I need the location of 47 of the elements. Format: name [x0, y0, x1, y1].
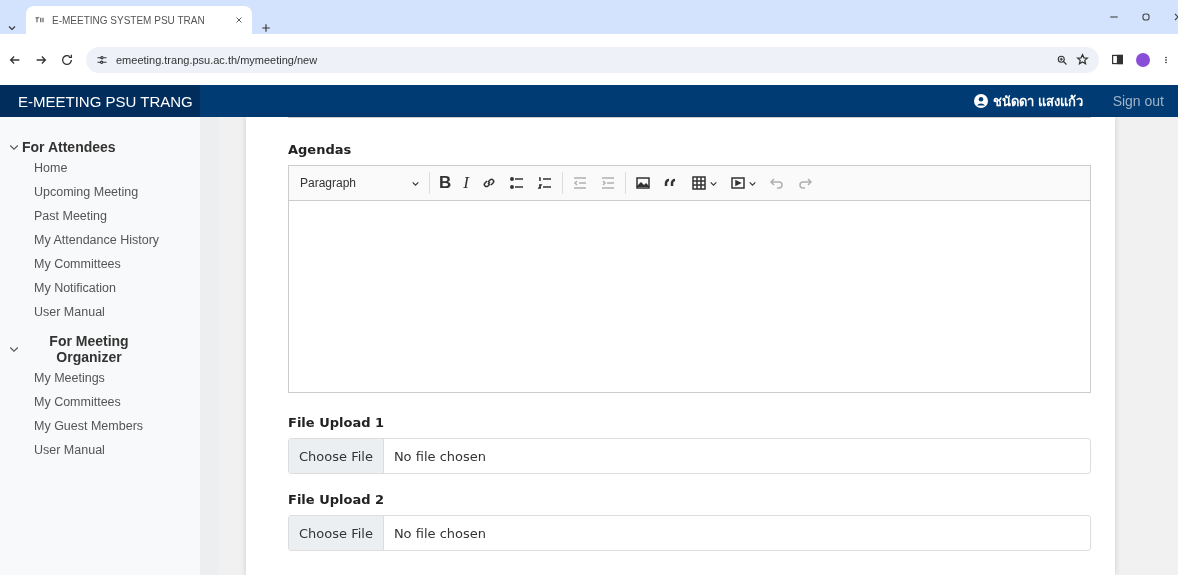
- outdent-icon: [571, 175, 588, 191]
- media-icon: [729, 175, 746, 191]
- field-label: File Upload 1: [288, 415, 386, 430]
- paragraph-dropdown[interactable]: Paragraph: [295, 170, 425, 196]
- file-input[interactable]: Choose File No file chosen: [288, 515, 1091, 551]
- profile-avatar[interactable]: [1136, 52, 1150, 67]
- side-panel-icon[interactable]: [1111, 53, 1124, 66]
- bold-button[interactable]: B: [434, 170, 457, 196]
- rich-text-editor[interactable]: Paragraph B I: [288, 165, 1091, 393]
- tab-title: E-MEETING SYSTEM PSU TRAN: [52, 14, 206, 26]
- table-icon: [690, 175, 707, 191]
- sidebar-item[interactable]: My Notification: [0, 277, 200, 301]
- star-icon[interactable]: [1076, 53, 1089, 66]
- user-menu[interactable]: ชนัดดา แสงแก้ว: [974, 90, 1083, 112]
- sidebar-item[interactable]: Upcoming Meeting: [0, 181, 200, 205]
- field-label: Agendas: [288, 142, 353, 157]
- sidebar-item[interactable]: My Guest Members: [0, 415, 200, 439]
- user-icon: [974, 94, 988, 108]
- sidebar-item[interactable]: My Committees: [0, 391, 200, 415]
- url-text: emeeting.trang.psu.ac.th/mymeeting/new: [116, 53, 318, 66]
- site-settings-icon[interactable]: [96, 53, 108, 66]
- undo-icon: [768, 175, 785, 191]
- file-input[interactable]: Choose File No file chosen: [288, 438, 1091, 474]
- zoom-icon[interactable]: [1056, 53, 1068, 66]
- italic-button[interactable]: I: [458, 170, 474, 196]
- sidebar-item[interactable]: User Manual: [0, 439, 200, 463]
- section-title[interactable]: For Attendees: [22, 139, 116, 155]
- section-title[interactable]: For Meeting Organizer: [34, 333, 144, 365]
- restore-icon[interactable]: [1140, 11, 1152, 23]
- sidebar-item[interactable]: User Manual: [0, 301, 200, 325]
- sidebar-item[interactable]: My Attendance History: [0, 229, 200, 253]
- sidebar-item[interactable]: My Committees: [0, 253, 200, 277]
- browser-tab[interactable]: E-MEETING SYSTEM PSU TRAN: [26, 6, 252, 34]
- numbered-list-icon: [536, 175, 553, 191]
- sign-out-link[interactable]: Sign out: [1112, 93, 1164, 109]
- image-icon: [634, 175, 651, 191]
- sidebar-item[interactable]: Home: [0, 157, 200, 181]
- field-label: File Upload 2: [288, 492, 386, 507]
- sidebar-item[interactable]: My Meetings: [0, 367, 200, 391]
- sidebar-item[interactable]: Past Meeting: [0, 205, 200, 229]
- indent-icon: [599, 175, 616, 191]
- bulleted-list-icon: [508, 175, 525, 191]
- address-bar[interactable]: emeeting.trang.psu.ac.th/mymeeting/new: [86, 46, 1099, 73]
- redo-icon: [796, 175, 813, 191]
- new-tab-icon[interactable]: [260, 22, 272, 34]
- close-icon[interactable]: [234, 15, 244, 25]
- reload-icon[interactable]: [60, 52, 74, 67]
